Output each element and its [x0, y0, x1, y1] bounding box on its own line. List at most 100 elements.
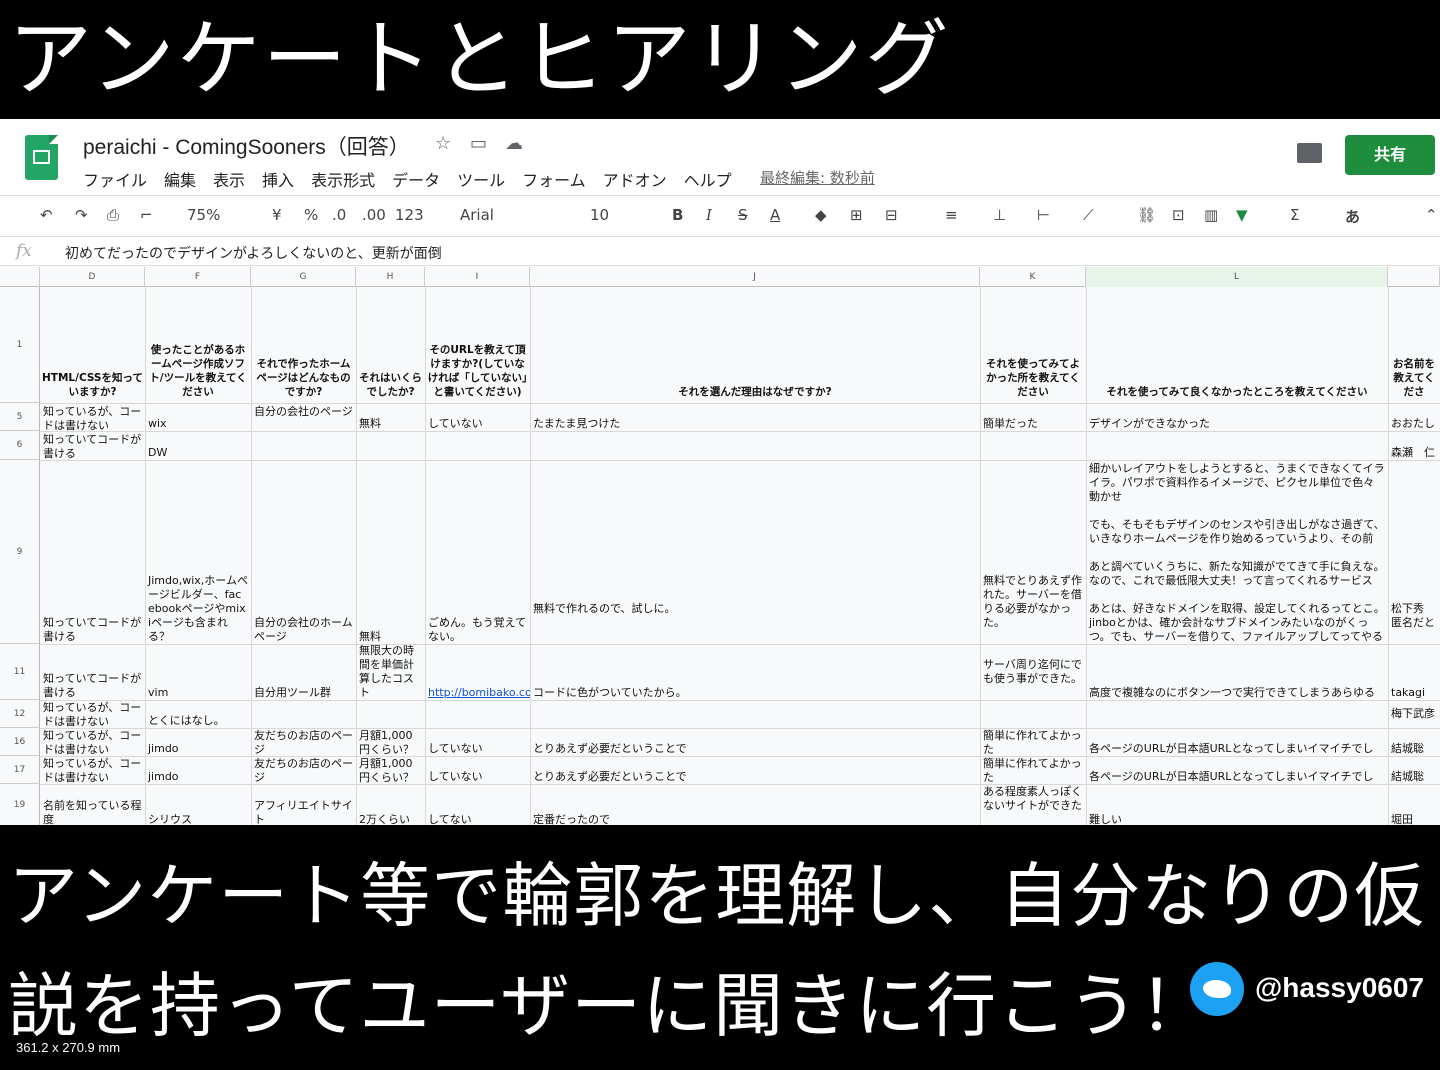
vertical-align-icon[interactable]: ⊥ — [993, 206, 1006, 224]
menu-edit[interactable]: 編集 — [164, 167, 196, 191]
cell[interactable]: 簡単に作れてよかった — [980, 729, 1086, 756]
cell[interactable]: Jimdo,wix,ホームページビルダー、facebookページやmixiページ… — [145, 574, 251, 644]
cell[interactable]: 無料で作れるので、試しに。 — [530, 602, 980, 616]
comment-icon[interactable] — [1297, 143, 1322, 163]
header-cell-f[interactable]: 使ったことがあるホームページ作成ソフト/ツールを教えてください — [145, 289, 251, 401]
column-header-j[interactable]: J — [530, 267, 980, 287]
header-cell-l[interactable]: それを使ってみて良くなかったところを教えてください — [1086, 289, 1388, 401]
cell[interactable]: 知っているが、コードは書けない — [40, 701, 145, 728]
cell[interactable]: 友だちのお店のページ — [251, 757, 356, 784]
wrap-icon[interactable]: ⊢ — [1037, 206, 1050, 224]
cell[interactable]: サーバ周り迄何にでも使う事ができた。 — [980, 658, 1086, 700]
cell[interactable]: 知っているが、コードは書けない — [40, 729, 145, 756]
cell[interactable]: アフィリエイトサイト — [251, 799, 356, 825]
cell[interactable]: 結城聡 — [1388, 742, 1440, 756]
cell[interactable]: 月額1,000円くらい？ — [356, 757, 425, 784]
cell[interactable]: ごめん。もう覚えてない。 — [425, 616, 530, 644]
share-button[interactable]: 共有 — [1345, 135, 1435, 175]
cell[interactable]: vim — [145, 686, 251, 700]
column-header-d[interactable]: D — [40, 267, 145, 287]
cell[interactable]: 梅下武彦 — [1388, 707, 1440, 721]
cell[interactable]: シリウス — [145, 813, 251, 825]
header-cell-i[interactable]: そのURLを教えて頂けますか?(していなければ「していない」と書いてください) — [425, 289, 530, 401]
menu-data[interactable]: データ — [392, 167, 440, 191]
cell[interactable]: とりあえず必要だということで — [530, 742, 980, 756]
chart-icon[interactable]: ▥ — [1204, 206, 1218, 224]
row-header[interactable]: 16 — [0, 728, 40, 756]
row-header[interactable]: 11 — [0, 644, 40, 700]
cell[interactable]: とくにはなし。 — [145, 714, 251, 728]
folder-icon[interactable]: ▭ — [470, 133, 487, 154]
column-header-g[interactable]: G — [251, 267, 356, 287]
header-cell-h[interactable]: それはいくらでしたか? — [356, 289, 425, 401]
align-left-icon[interactable]: ≡ — [945, 206, 958, 224]
row-header[interactable]: 5 — [0, 403, 40, 431]
row-header[interactable]: 17 — [0, 756, 40, 784]
cell[interactable]: とりあえず必要だということで — [530, 770, 980, 784]
cell[interactable]: 月額1,000円くらい？ — [356, 729, 425, 756]
currency-button[interactable]: ¥ — [272, 206, 282, 224]
menu-help[interactable]: ヘルプ — [684, 167, 732, 191]
cell[interactable]: おおたし — [1388, 417, 1440, 431]
zoom-select[interactable]: 75% — [187, 206, 220, 224]
cell[interactable]: 細かいレイアウトをしようとすると、うまくできなくてイライラ。パワポで資料作るイメ… — [1086, 462, 1388, 644]
cell[interactable]: 高度で複雑なのにボタン一つで実行できてしまうあらゆる — [1086, 686, 1388, 700]
input-tools-button[interactable]: あ — [1345, 206, 1360, 227]
cell[interactable]: 名前を知っている程度 — [40, 799, 145, 825]
menu-insert[interactable]: 挿入 — [262, 167, 294, 191]
number-format-select[interactable]: 123 — [395, 206, 424, 224]
column-header-h[interactable]: H — [356, 267, 425, 287]
row-header[interactable]: 6 — [0, 431, 40, 460]
cloud-icon[interactable]: ☁ — [505, 133, 523, 154]
header-cell-g[interactable]: それで作ったホームページはどんなものですか? — [251, 289, 356, 401]
print-icon[interactable]: ⎙ — [107, 206, 119, 224]
cell[interactable]: コードに色がついていたから。 — [530, 686, 980, 700]
cell[interactable]: 知っていてコードが書ける — [40, 433, 145, 460]
cell[interactable]: 無料 — [356, 630, 425, 644]
cell[interactable]: してない — [425, 813, 530, 825]
cell[interactable]: 無限大の時間を単価計算したコスト — [356, 644, 425, 700]
font-select[interactable]: Arial — [460, 206, 494, 224]
cell[interactable]: 知っているが、コードは書けない — [40, 405, 145, 431]
cell[interactable]: DW — [145, 446, 251, 460]
cell[interactable]: していない — [425, 742, 530, 756]
borders-icon[interactable]: ⊞ — [850, 206, 863, 224]
cell[interactable]: 森瀬 仁 — [1388, 446, 1440, 460]
url-link[interactable]: http://bomibako.com — [425, 686, 530, 700]
formula-input[interactable]: 初めてだったのでデザインがよろしくないのと、更新が面倒 — [65, 243, 442, 263]
cell[interactable]: 無料 — [356, 417, 425, 431]
menu-tools[interactable]: ツール — [457, 167, 505, 191]
cell[interactable]: 難しい — [1086, 813, 1388, 825]
cell[interactable]: たまたま見つけた — [530, 417, 980, 431]
row-header[interactable]: 12 — [0, 700, 40, 728]
insert-comment-icon[interactable]: ⊡ — [1172, 206, 1185, 224]
cell[interactable]: jimdo — [145, 770, 251, 784]
menu-view[interactable]: 表示 — [213, 167, 245, 191]
menu-file[interactable]: ファイル — [83, 167, 147, 191]
column-header-l[interactable]: L — [1086, 267, 1388, 287]
cell[interactable]: 無料でとりあえず作れた。サーバーを借りる必要がなかった。 — [980, 574, 1086, 630]
header-cell-d[interactable]: HTML/CSSを知っていますか? — [40, 289, 145, 401]
undo-icon[interactable]: ↶ — [40, 206, 53, 224]
header-cell-j[interactable]: それを選んだ理由はなぜですか? — [530, 289, 980, 401]
cell[interactable]: 自分用ツール群 — [251, 686, 356, 700]
merge-cells-icon[interactable]: ⊟ — [885, 206, 898, 224]
rotate-text-icon[interactable]: ⟋ — [1083, 206, 1094, 224]
cell[interactable]: 自分の会社のホームページ — [251, 616, 356, 644]
sheets-logo-icon[interactable] — [25, 135, 58, 180]
cell[interactable]: ある程度素人っぽくないサイトができた — [980, 785, 1086, 825]
cell[interactable]: jimdo — [145, 742, 251, 756]
percent-button[interactable]: % — [304, 206, 318, 224]
cell[interactable]: デザインができなかった — [1086, 417, 1388, 431]
column-header-k[interactable]: K — [980, 267, 1086, 287]
text-color-button[interactable]: A — [770, 206, 780, 224]
strikethrough-button[interactable]: S — [738, 206, 748, 224]
cell[interactable]: 知っていてコードが書ける — [40, 672, 145, 700]
header-cell-k[interactable]: それを使ってみてよかった所を教えてください — [980, 289, 1086, 401]
menu-addons[interactable]: アドオン — [603, 167, 667, 191]
column-header-i[interactable]: I — [425, 267, 530, 287]
cell[interactable]: 松下秀 匿名だと — [1388, 602, 1440, 630]
cell[interactable]: 各ページのURLが日本語URLとなってしまいイマイチでし — [1086, 770, 1388, 784]
cell[interactable]: 堀田 — [1388, 813, 1440, 825]
cell[interactable]: 各ページのURLが日本語URLとなってしまいイマイチでし — [1086, 742, 1388, 756]
